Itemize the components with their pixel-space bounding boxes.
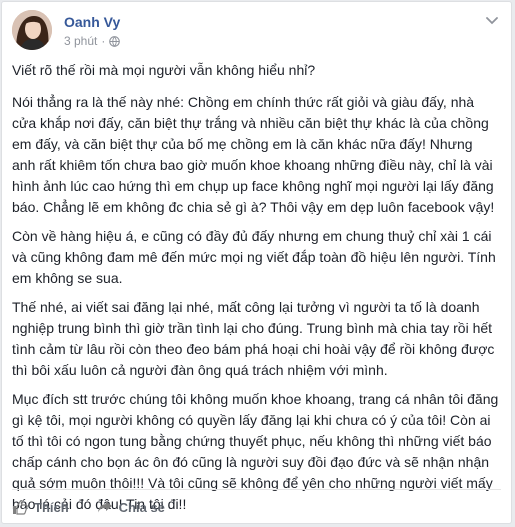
post-paragraph: Nói thẳng ra là thế này nhé: Chồng em ch… [12, 94, 495, 215]
avatar[interactable] [12, 10, 52, 50]
post-paragraph: Thế nhé, ai viết sai đăng lại nhé, mất c… [12, 299, 495, 378]
post-body: Viết rõ thế rồi mà mọi người vẫn không h… [12, 60, 499, 523]
globe-icon[interactable] [109, 35, 121, 47]
like-label: Thích [34, 499, 69, 515]
share-arrow-icon [97, 500, 113, 514]
like-button[interactable]: Thích [12, 499, 69, 515]
post-actions: Thích Chia sẻ [12, 493, 165, 521]
meta-separator: · [101, 34, 106, 48]
share-label: Chia sẻ [118, 499, 165, 515]
post-paragraph: Còn về hàng hiệu á, e cũng có đầy đủ đấy… [12, 228, 496, 286]
avatar-photo [12, 10, 52, 50]
thumbs-up-icon [12, 499, 28, 515]
chevron-down-icon[interactable] [483, 14, 501, 28]
action-divider [12, 489, 501, 490]
post-timestamp[interactable]: 3 phút [64, 34, 97, 48]
post-meta: 3 phút · [64, 34, 121, 48]
facebook-post-card: Oanh Vy 3 phút · Viết rõ thế rồi mà mọi … [1, 1, 512, 524]
share-button[interactable]: Chia sẻ [97, 500, 165, 515]
author-name[interactable]: Oanh Vy [64, 14, 120, 30]
post-paragraph: Viết rõ thế rồi mà mọi người vẫn không h… [12, 62, 316, 78]
post-header: Oanh Vy 3 phút · [12, 10, 501, 54]
